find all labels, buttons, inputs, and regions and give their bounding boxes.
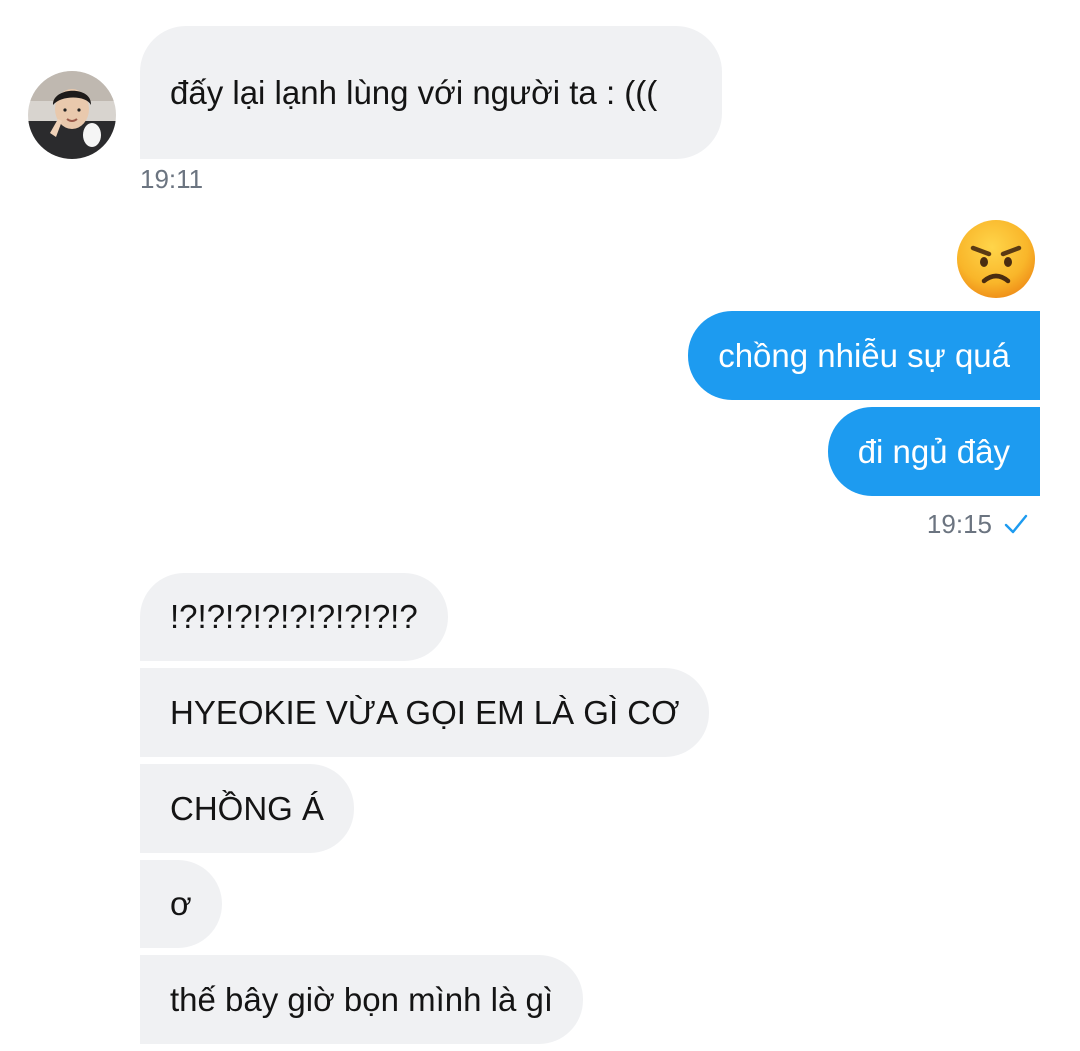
incoming-message-bubble[interactable]: HYEOKIE VỪA GỌI EM LÀ GÌ CƠ — [140, 668, 710, 757]
outgoing-message-bubble[interactable]: chồng nhiễu sự quá — [688, 311, 1040, 400]
check-icon — [1004, 514, 1028, 534]
angry-face-icon — [957, 220, 1035, 298]
incoming-message-bubble[interactable]: đấy lại lạnh lùng với người ta : ((( — [140, 26, 722, 159]
incoming-message-bubble[interactable]: ơ — [140, 860, 222, 948]
message-text: chồng nhiễu sự quá — [718, 336, 1010, 374]
incoming-message-bubble[interactable]: !?!?!?!?!?!?!?!?!? — [140, 573, 448, 661]
avatar[interactable] — [28, 71, 116, 159]
outgoing-message-bubble[interactable]: đi ngủ đây — [827, 407, 1040, 496]
message-text: đi ngủ đây — [857, 432, 1010, 470]
message-text: đấy lại lạnh lùng với người ta : ((( — [170, 73, 658, 111]
message-text: HYEOKIE VỪA GỌI EM LÀ GÌ CƠ — [170, 693, 680, 731]
message-text: !?!?!?!?!?!?!?!?!? — [170, 598, 418, 635]
avatar-image — [28, 71, 116, 159]
angry-face-emoji[interactable] — [956, 219, 1036, 299]
message-text: CHỒNG Á — [170, 789, 325, 827]
message-status: 19:15 — [927, 509, 1028, 539]
incoming-message-bubble[interactable]: thế bây giờ bọn mình là gì — [140, 955, 584, 1044]
message-text: thế bây giờ bọn mình là gì — [170, 980, 554, 1018]
message-text: ơ — [170, 885, 192, 922]
message-timestamp: 19:11 — [140, 164, 204, 194]
incoming-message-bubble[interactable]: CHỒNG Á — [140, 764, 355, 853]
message-timestamp: 19:15 — [926, 509, 992, 539]
